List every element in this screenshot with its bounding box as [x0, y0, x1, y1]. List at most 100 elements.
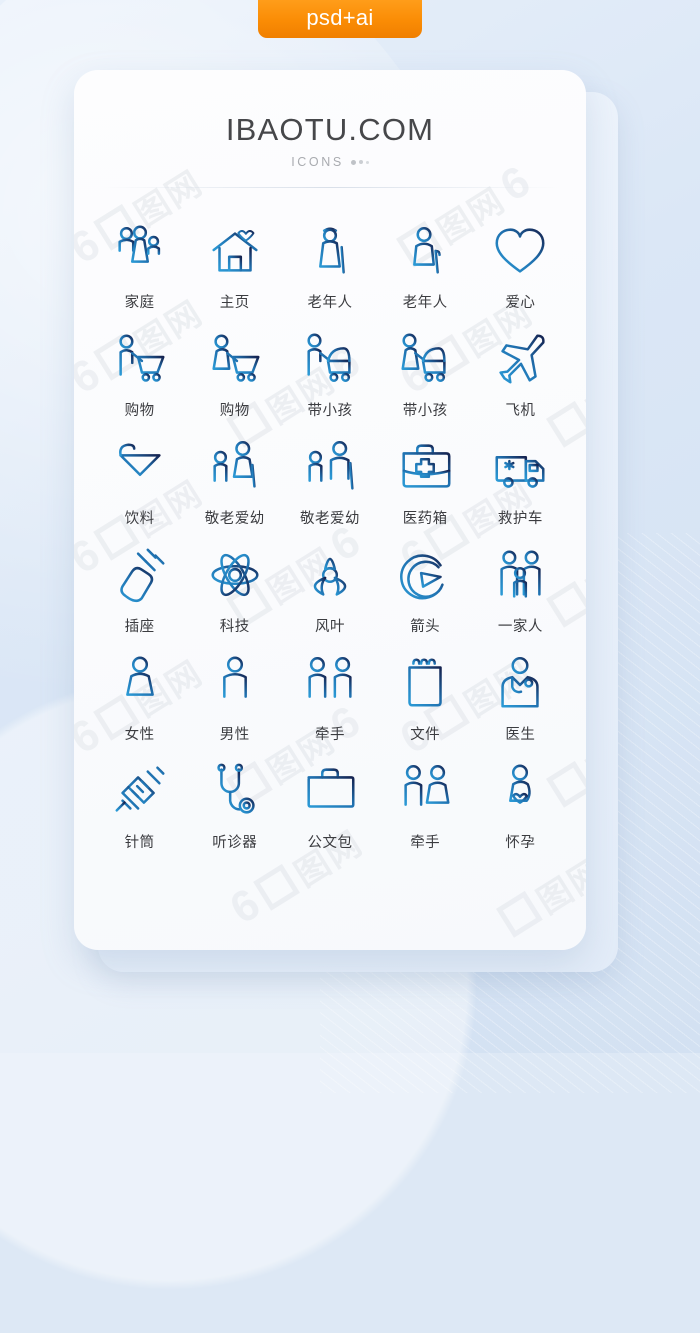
- icon-cell[interactable]: 插座: [92, 544, 187, 636]
- atom-icon[interactable]: [204, 544, 266, 606]
- icon-label: 文件: [410, 727, 441, 743]
- icon-label: 牵手: [410, 835, 441, 851]
- two-men-holding-hands-icon[interactable]: [299, 652, 361, 714]
- couple-holding-hands-icon[interactable]: [394, 760, 456, 822]
- male-icon[interactable]: [204, 652, 266, 714]
- elderly-man-cane-icon[interactable]: [394, 220, 456, 282]
- ambulance-icon[interactable]: [489, 436, 551, 498]
- home-heart-icon[interactable]: [204, 220, 266, 282]
- icon-cell[interactable]: 风叶: [282, 544, 377, 636]
- icon-label: 箭头: [410, 619, 441, 635]
- icon-cell[interactable]: 针筒: [92, 760, 187, 852]
- icon-label: 老年人: [307, 295, 353, 311]
- elder-child-icon[interactable]: [299, 436, 361, 498]
- psd-ai-badge: psd+ai: [258, 0, 422, 38]
- icon-cell[interactable]: 敬老爱幼: [187, 436, 282, 528]
- power-plug-icon[interactable]: [109, 544, 171, 606]
- page-subtitle: ICONS: [74, 155, 586, 169]
- icon-cell[interactable]: 一家人: [473, 544, 568, 636]
- airplane-icon[interactable]: [489, 328, 551, 390]
- icon-label: 带小孩: [402, 403, 448, 419]
- fan-blade-icon[interactable]: [299, 544, 361, 606]
- stethoscope-icon[interactable]: [204, 760, 266, 822]
- header-divider: [100, 187, 560, 188]
- first-aid-kit-icon[interactable]: [394, 436, 456, 498]
- icon-label: 听诊器: [212, 835, 258, 851]
- icon-cell[interactable]: 怀孕: [473, 760, 568, 852]
- briefcase-icon[interactable]: [299, 760, 361, 822]
- icon-cell[interactable]: 敬老爱幼: [282, 436, 377, 528]
- icon-label: 风叶: [314, 619, 345, 635]
- icon-cell[interactable]: 牵手: [282, 652, 377, 744]
- card-header: IBAOTU.COM ICONS: [74, 70, 586, 188]
- icon-label: 家庭: [124, 295, 155, 311]
- icon-cell[interactable]: 男性: [187, 652, 282, 744]
- icon-cell[interactable]: 购物: [187, 328, 282, 420]
- icon-cell[interactable]: 文件: [378, 652, 473, 744]
- icon-cell[interactable]: 救护车: [473, 436, 568, 528]
- circle-arrow-icon[interactable]: [394, 544, 456, 606]
- heart-icon[interactable]: [489, 220, 551, 282]
- icon-label: 老年人: [402, 295, 448, 311]
- icon-cell[interactable]: 科技: [187, 544, 282, 636]
- icon-label: 饮料: [124, 511, 155, 527]
- icon-label: 公文包: [307, 835, 353, 851]
- woman-child-icon[interactable]: [204, 436, 266, 498]
- icon-cell[interactable]: 饮料: [92, 436, 187, 528]
- icon-cell[interactable]: 带小孩: [282, 328, 377, 420]
- icon-cell[interactable]: 飞机: [473, 328, 568, 420]
- icon-cell[interactable]: 女性: [92, 652, 187, 744]
- icon-label: 牵手: [314, 727, 345, 743]
- female-icon[interactable]: [109, 652, 171, 714]
- icon-cell[interactable]: 老年人: [378, 220, 473, 312]
- icon-label: 购物: [219, 403, 250, 419]
- family-icon[interactable]: [109, 220, 171, 282]
- icon-label: 敬老爱幼: [204, 511, 265, 527]
- pregnant-woman-icon[interactable]: [489, 760, 551, 822]
- icon-cell[interactable]: 牵手: [378, 760, 473, 852]
- icon-label: 飞机: [505, 403, 536, 419]
- icon-label: 敬老爱幼: [299, 511, 360, 527]
- icon-cell[interactable]: 带小孩: [378, 328, 473, 420]
- family-three-icon[interactable]: [489, 544, 551, 606]
- icon-grid: 家庭 主页 老年人 老年人 爱心购物 购物 带小孩 带小孩 飞机饮料 敬老爱幼 敬老爱幼 医药箱 救护车…: [92, 220, 568, 852]
- man-stroller-icon[interactable]: [299, 328, 361, 390]
- icon-label: 爱心: [505, 295, 536, 311]
- elderly-woman-cane-icon[interactable]: [299, 220, 361, 282]
- subtitle-dots-icon: [350, 159, 369, 165]
- icon-label: 插座: [124, 619, 155, 635]
- icon-label: 带小孩: [307, 403, 353, 419]
- icon-label: 主页: [219, 295, 250, 311]
- icon-cell[interactable]: 购物: [92, 328, 187, 420]
- icon-cell[interactable]: 箭头: [378, 544, 473, 636]
- icon-cell[interactable]: 医生: [473, 652, 568, 744]
- icon-label: 医生: [505, 727, 536, 743]
- icon-set-card: 6图网图网66图网图网66图网图网66图网图网66图网图网66图网图网66图网图…: [74, 70, 586, 950]
- icon-label: 购物: [124, 403, 155, 419]
- shopping-man-cart-icon[interactable]: [109, 328, 171, 390]
- icon-label: 男性: [219, 727, 250, 743]
- icon-label: 一家人: [497, 619, 543, 635]
- syringe-icon[interactable]: [109, 760, 171, 822]
- clipboard-document-icon[interactable]: [394, 652, 456, 714]
- shopping-woman-cart-icon[interactable]: [204, 328, 266, 390]
- icon-cell[interactable]: 公文包: [282, 760, 377, 852]
- badge-label: psd+ai: [306, 5, 374, 30]
- icon-label: 医药箱: [402, 511, 448, 527]
- icon-label: 女性: [124, 727, 155, 743]
- icon-label: 救护车: [497, 511, 543, 527]
- woman-stroller-icon[interactable]: [394, 328, 456, 390]
- icon-label: 怀孕: [505, 835, 536, 851]
- icon-cell[interactable]: 医药箱: [378, 436, 473, 528]
- icon-cell[interactable]: 主页: [187, 220, 282, 312]
- icon-cell[interactable]: 听诊器: [187, 760, 282, 852]
- subtitle-text: ICONS: [291, 155, 344, 169]
- icon-label: 科技: [219, 619, 250, 635]
- icon-cell[interactable]: 老年人: [282, 220, 377, 312]
- icon-cell[interactable]: 爱心: [473, 220, 568, 312]
- doctor-icon[interactable]: [489, 652, 551, 714]
- cocktail-glass-icon[interactable]: [109, 436, 171, 498]
- page-title: IBAOTU.COM: [225, 112, 435, 147]
- icon-cell[interactable]: 家庭: [92, 220, 187, 312]
- icon-label: 针筒: [124, 835, 155, 851]
